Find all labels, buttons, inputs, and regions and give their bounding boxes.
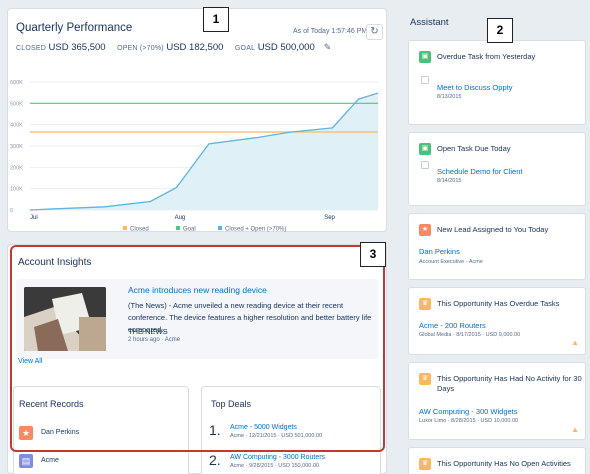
performance-chart: 0 100K 200K 300K 400K 500K 600K Jul Aug Sep Closed… [10,80,379,233]
opportunity-icon: ♛ [419,298,431,310]
opportunity-icon: ♛ [419,373,431,385]
account-icon: ▤ [19,454,33,468]
assistant-card-link[interactable]: AW Computing - 300 Widgets [419,407,518,416]
callout-1: 1 [203,7,229,32]
assistant-card-sub: Luxor Limo · 8/28/2015 · USD 10,000.00 [419,418,519,424]
warning-icon: ▲ [571,338,579,347]
assistant-title: Assistant [410,17,449,28]
legend-label: Closed [130,227,149,233]
assistant-card-link[interactable]: Schedule Demo for Client [437,167,522,176]
y-tick-label: 500K [10,101,23,107]
y-tick-label: 0 [10,208,13,214]
assistant-card[interactable]: ▣ Overdue Task from Yesterday Meet to Di… [408,40,586,125]
closed-value: USD 365,500 [48,42,106,53]
warning-icon: ▲ [571,425,579,434]
callout-3: 3 [360,242,386,267]
assistant-card[interactable]: ★ New Lead Assigned to You Today Dan Per… [408,213,586,280]
pencil-icon[interactable]: ✎ [324,42,332,52]
x-tick-label: Sep [324,215,335,221]
assistant-card[interactable]: ▣ Open Task Due Today Schedule Demo for … [408,132,586,206]
task-icon: ▣ [419,51,431,63]
assistant-card[interactable]: ♛ This Opportunity Has Overdue Tasks Acm… [408,287,586,355]
deal-rank: 2. [209,452,221,468]
closed-label: CLOSED [16,45,46,52]
assistant-card-heading: This Opportunity Has Had No Activity for… [437,374,582,393]
callout-2: 2 [487,18,513,43]
highlight-region-3 [10,245,385,452]
task-icon: ▣ [419,143,431,155]
legend-label: Closed + Open (>70%) [225,227,286,233]
assistant-card-heading: This Opportunity Has Overdue Tasks [437,299,560,308]
x-tick-label: Jul [30,215,38,221]
assistant-card-sub: 8/14/2015 [437,178,462,184]
legend-swatch [176,226,180,230]
goal-value: USD 500,000 [257,42,315,53]
assistant-card-sub: Global Media · 8/17/2015 · USD 9,000.00 [419,332,521,338]
y-tick-label: 100K [10,187,23,193]
open-value: USD 182,500 [166,42,224,53]
assistant-card[interactable]: ♛ This Opportunity Has No Open Activitie… [408,447,586,474]
quarterly-performance-card: Quarterly Performance As of Today 1:57:4… [7,8,387,233]
goal-label: GOAL [234,45,256,52]
assistant-panel: Assistant ▣ Overdue Task from Yesterday … [398,8,590,474]
deal-meta: Acme · 9/28/2015 · USD 150,000.00 [230,463,319,469]
assistant-card-heading: New Lead Assigned to You Today [437,225,549,234]
task-checkbox[interactable] [421,76,429,84]
y-tick-label: 300K [10,144,23,150]
y-tick-label: 600K [10,80,23,86]
assistant-card-heading: This Opportunity Has No Open Activities [437,459,571,468]
assistant-card-heading: Overdue Task from Yesterday [437,52,536,61]
task-checkbox[interactable] [421,161,429,169]
quarterly-performance-title: Quarterly Performance [16,22,133,34]
legend-label: Goal [183,227,196,233]
refresh-icon[interactable]: ↻ [366,24,383,40]
recent-record-label[interactable]: Acme [41,457,59,464]
lead-icon: ★ [419,224,431,236]
assistant-card-sub: 8/13/2015 [437,94,462,100]
assistant-card-sub: Account Executive · Acme [419,259,483,265]
deal-name[interactable]: AW Computing - 3000 Routers [230,454,325,461]
opportunity-icon: ♛ [419,458,431,470]
performance-stats: CLOSED USD 365,500 OPEN (>70%) USD 182,5… [16,42,331,53]
y-tick-label: 200K [10,165,23,171]
legend-swatch [218,226,222,230]
closed-open-area [30,93,378,210]
y-tick-label: 400K [10,123,23,129]
open-label: OPEN (>70%) [117,45,164,52]
assistant-card-link[interactable]: Meet to Discuss Oppty [437,83,512,92]
assistant-card[interactable]: ♛ This Opportunity Has Had No Activity f… [408,362,586,440]
legend-swatch [123,226,127,230]
as-of-timestamp: As of Today 1:57:46 PM [293,28,368,35]
assistant-card-link[interactable]: Dan Perkins [419,247,460,256]
assistant-card-heading: Open Task Due Today [437,144,511,153]
x-tick-label: Aug [175,215,186,221]
assistant-card-link[interactable]: Acme - 200 Routers [419,321,486,330]
